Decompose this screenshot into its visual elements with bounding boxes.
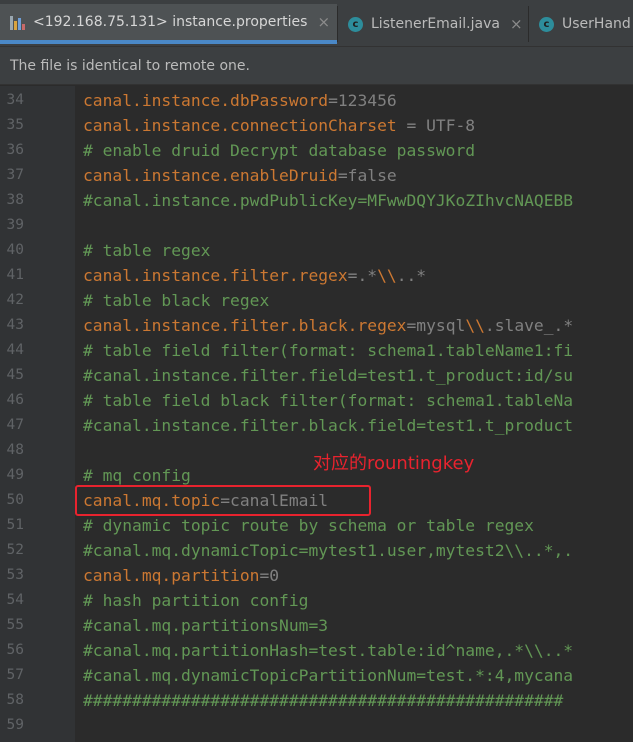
code-text[interactable]: #canal.mq.dynamicTopicPartitionNum=test.… <box>83 663 573 688</box>
code-line: 46 # table field black filter(format: sch… <box>0 388 633 413</box>
code-line: 36 # enable druid Decrypt database passwo… <box>0 138 633 163</box>
line-number: 56 <box>6 642 24 658</box>
code-text[interactable]: canal.instance.filter.regex=.*\\..* <box>83 263 426 288</box>
code-line: 55 #canal.mq.partitionsNum=3 <box>0 613 633 638</box>
line-number: 38 <box>6 192 24 208</box>
tab-label: UserHand <box>562 16 631 32</box>
line-number: 48 <box>6 442 24 458</box>
line-number: 46 <box>6 392 24 408</box>
code-text[interactable]: #canal.instance.pwdPublicKey=MFwwDQYJKoZ… <box>83 188 573 213</box>
code-line: 56 #canal.mq.partitionHash=test.table:id^… <box>0 638 633 663</box>
line-number: 58 <box>6 692 24 708</box>
line-number: 50 <box>6 492 24 508</box>
remote-status-banner: The file is identical to remote one. <box>0 47 633 85</box>
tab-label: <192.168.75.131> instance.properties <box>33 14 308 30</box>
close-icon[interactable]: × <box>317 13 330 31</box>
code-text[interactable]: # table field filter(format: schema1.tab… <box>83 338 573 363</box>
code-text[interactable]: # dynamic topic route by schema or table… <box>83 513 534 538</box>
code-line: 37 canal.instance.enableDruid=false <box>0 163 633 188</box>
line-number: 39 <box>6 217 24 233</box>
line-number: 35 <box>6 117 24 133</box>
code-text[interactable]: # table regex <box>83 238 210 263</box>
line-number: 55 <box>6 617 24 633</box>
code-line: 54 # hash partition config <box>0 588 633 613</box>
properties-file-icon <box>10 14 25 31</box>
annotation-text: 对应的rountingkey <box>313 453 475 474</box>
highlight-box <box>75 485 371 516</box>
close-icon[interactable]: × <box>510 15 523 33</box>
code-line: 44 # table field filter(format: schema1.t… <box>0 338 633 363</box>
code-line: 51 # dynamic topic route by schema or tab… <box>0 513 633 538</box>
line-number: 42 <box>6 292 24 308</box>
line-number: 57 <box>6 667 24 683</box>
code-text[interactable]: #canal.mq.partitionsNum=3 <box>83 613 328 638</box>
line-number: 43 <box>6 317 24 333</box>
editor-tab-bar: <192.168.75.131> instance.properties × c… <box>0 0 633 47</box>
line-number: 41 <box>6 267 24 283</box>
code-line: 39 <box>0 213 633 238</box>
line-number: 47 <box>6 417 24 433</box>
line-number: 44 <box>6 342 24 358</box>
line-number: 37 <box>6 167 24 183</box>
tab-instance-properties[interactable]: <192.168.75.131> instance.properties × <box>0 4 337 44</box>
class-icon: c <box>539 16 554 32</box>
code-text[interactable]: # hash partition config <box>83 588 308 613</box>
code-line: 40 # table regex <box>0 238 633 263</box>
code-line: 43 canal.instance.filter.black.regex=mysq… <box>0 313 633 338</box>
code-line: 59 <box>0 713 633 738</box>
code-text[interactable]: canal.instance.connectionCharset = UTF-8 <box>83 113 475 138</box>
code-line: 57 #canal.mq.dynamicTopicPartitionNum=tes… <box>0 663 633 688</box>
code-line: 47 #canal.instance.filter.black.field=tes… <box>0 413 633 438</box>
line-number: 34 <box>6 92 24 108</box>
tab-user-hand[interactable]: c UserHand <box>529 4 633 44</box>
code-text[interactable]: # table field black filter(format: schem… <box>83 388 573 413</box>
class-icon: c <box>348 16 363 32</box>
code-text[interactable]: # table black regex <box>83 288 269 313</box>
code-line: 41 canal.instance.filter.regex=.*\\..* <box>0 263 633 288</box>
code-text[interactable]: canal.instance.dbPassword=123456 <box>83 88 397 113</box>
line-number: 40 <box>6 242 24 258</box>
code-line: 45 #canal.instance.filter.field=test1.t_p… <box>0 363 633 388</box>
code-text[interactable]: canal.mq.partition=0 <box>83 563 279 588</box>
line-number: 54 <box>6 592 24 608</box>
code-text[interactable]: canal.instance.enableDruid=false <box>83 163 397 188</box>
code-line: 35 canal.instance.connectionCharset = UTF… <box>0 113 633 138</box>
line-number: 53 <box>6 567 24 583</box>
tab-listener-email[interactable]: c ListenerEmail.java × <box>338 4 528 44</box>
code-line: 34 canal.instance.dbPassword=123456 <box>0 88 633 113</box>
code-text[interactable]: #canal.instance.filter.black.field=test1… <box>83 413 573 438</box>
line-number: 45 <box>6 367 24 383</box>
code-line: 42 # table black regex <box>0 288 633 313</box>
tab-label: ListenerEmail.java <box>371 16 500 32</box>
line-number: 52 <box>6 542 24 558</box>
code-text[interactable]: canal.instance.filter.black.regex=mysql\… <box>83 313 573 338</box>
code-line: 53 canal.mq.partition=0 <box>0 563 633 588</box>
code-text[interactable]: # enable druid Decrypt database password <box>83 138 475 163</box>
line-number: 59 <box>6 717 24 733</box>
code-line: 38 #canal.instance.pwdPublicKey=MFwwDQYJK… <box>0 188 633 213</box>
code-text[interactable]: #canal.mq.dynamicTopic=mytest1.user,myte… <box>83 538 573 563</box>
code-text[interactable]: #canal.instance.filter.field=test1.t_pro… <box>83 363 573 388</box>
code-line: 58 ######################################… <box>0 688 633 713</box>
line-number: 36 <box>6 142 24 158</box>
code-text[interactable]: ########################################… <box>83 688 563 713</box>
line-number: 51 <box>6 517 24 533</box>
code-line: 52 #canal.mq.dynamicTopic=mytest1.user,my… <box>0 538 633 563</box>
code-text[interactable]: #canal.mq.partitionHash=test.table:id^na… <box>83 638 573 663</box>
line-number: 49 <box>6 467 24 483</box>
